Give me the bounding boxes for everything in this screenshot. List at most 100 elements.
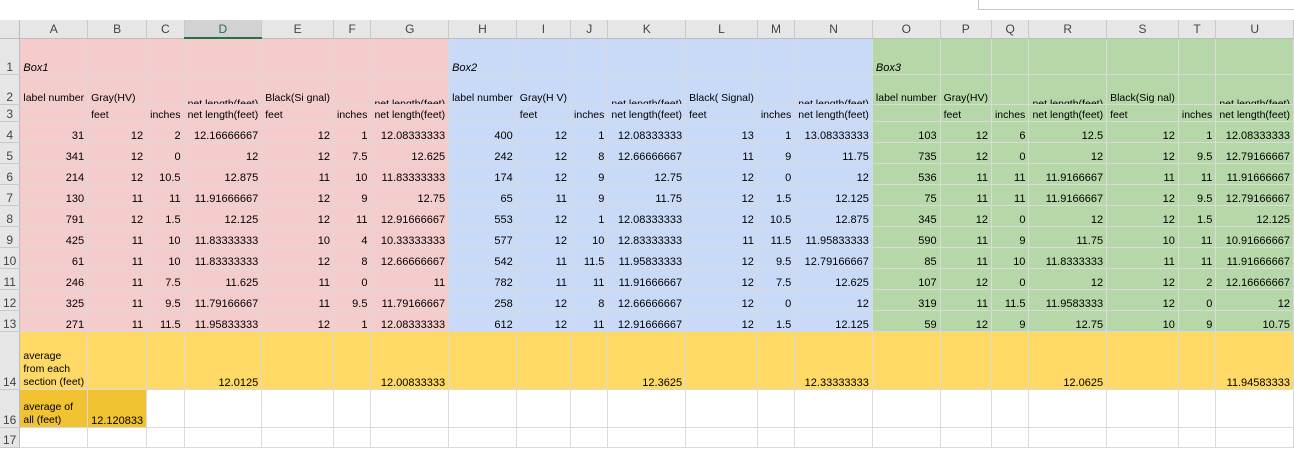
- net-header-overflow[interactable]: net length(feet): [1028, 74, 1108, 105]
- data-cell[interactable]: 9.5: [146, 289, 185, 311]
- inches-header[interactable]: inches: [146, 104, 185, 122]
- cell[interactable]: [940, 427, 992, 448]
- data-cell[interactable]: 12: [794, 163, 873, 185]
- cell[interactable]: [940, 331, 992, 390]
- cell[interactable]: [757, 74, 796, 105]
- data-cell[interactable]: 11: [940, 247, 992, 269]
- data-cell[interactable]: 11: [333, 205, 372, 227]
- data-cell[interactable]: 12.91666667: [607, 310, 687, 332]
- data-cell[interactable]: 11: [940, 163, 992, 185]
- net-header-overflow[interactable]: net length(feet): [184, 74, 263, 105]
- net-header-overflow[interactable]: net length(feet): [794, 74, 873, 105]
- data-cell[interactable]: 61: [19, 247, 89, 269]
- data-cell[interactable]: 12: [685, 163, 758, 185]
- data-cell[interactable]: 10: [333, 163, 372, 185]
- data-cell[interactable]: 1.5: [757, 184, 796, 206]
- cell[interactable]: [1178, 389, 1217, 428]
- cell[interactable]: [570, 74, 609, 105]
- data-cell[interactable]: 9.5: [333, 289, 372, 311]
- data-cell[interactable]: 12.08333333: [607, 121, 687, 143]
- data-cell[interactable]: 12: [1106, 289, 1179, 311]
- cell[interactable]: [570, 427, 609, 448]
- data-cell[interactable]: 12: [261, 310, 334, 332]
- data-cell[interactable]: 11: [1106, 163, 1179, 185]
- column-header-e[interactable]: E: [261, 20, 334, 39]
- feet-header[interactable]: feet: [685, 104, 758, 122]
- data-cell[interactable]: 1: [333, 121, 372, 143]
- column-header-u[interactable]: U: [1215, 20, 1294, 39]
- column-header-h[interactable]: H: [448, 20, 517, 39]
- cell[interactable]: [685, 389, 758, 428]
- cell[interactable]: [146, 389, 185, 428]
- data-cell[interactable]: 590: [872, 226, 941, 248]
- data-cell[interactable]: 12: [794, 289, 873, 311]
- cell[interactable]: [448, 427, 517, 448]
- data-cell[interactable]: 12.66666667: [607, 142, 687, 164]
- average-value-r[interactable]: 12.0625: [1028, 331, 1108, 390]
- data-cell[interactable]: 11.95833333: [607, 247, 687, 269]
- data-cell[interactable]: 11: [570, 268, 609, 290]
- data-cell[interactable]: 12.79166667: [794, 247, 873, 269]
- data-cell[interactable]: 11: [516, 268, 572, 290]
- data-cell[interactable]: 9: [991, 310, 1030, 332]
- data-cell[interactable]: 12.75: [370, 184, 450, 206]
- data-cell[interactable]: 10: [1106, 310, 1179, 332]
- data-cell[interactable]: 345: [872, 205, 941, 227]
- net-length-header[interactable]: net length(feet): [1028, 104, 1108, 122]
- cell[interactable]: [1178, 74, 1217, 105]
- data-cell[interactable]: 11.91666667: [184, 184, 263, 206]
- column-header-f[interactable]: F: [333, 20, 372, 39]
- column-header-b[interactable]: B: [87, 20, 148, 39]
- cell[interactable]: [1178, 38, 1217, 75]
- data-cell[interactable]: 271: [19, 310, 89, 332]
- data-cell[interactable]: 11: [685, 226, 758, 248]
- data-cell[interactable]: 12: [87, 142, 148, 164]
- data-cell[interactable]: 10.33333333: [370, 226, 450, 248]
- data-cell[interactable]: 1.5: [757, 310, 796, 332]
- data-cell[interactable]: 31: [19, 121, 89, 143]
- cell[interactable]: [261, 389, 334, 428]
- data-cell[interactable]: 0: [991, 268, 1030, 290]
- data-cell[interactable]: 536: [872, 163, 941, 185]
- cell[interactable]: [1215, 38, 1294, 75]
- gray-header[interactable]: Gray(H V): [516, 74, 572, 105]
- data-cell[interactable]: 0: [1178, 289, 1217, 311]
- data-cell[interactable]: 11.75: [1028, 226, 1108, 248]
- data-cell[interactable]: 11.83333333: [370, 163, 450, 185]
- cell[interactable]: [1106, 389, 1179, 428]
- data-cell[interactable]: 782: [448, 268, 517, 290]
- data-cell[interactable]: 11: [570, 310, 609, 332]
- data-cell[interactable]: 12.125: [794, 310, 873, 332]
- data-cell[interactable]: 12: [261, 121, 334, 143]
- data-cell[interactable]: 12: [1028, 205, 1108, 227]
- data-cell[interactable]: 11.9583333: [1028, 289, 1108, 311]
- net-length-header[interactable]: net length(feet): [607, 104, 687, 122]
- black-header[interactable]: Black( Signal): [685, 74, 758, 105]
- cell[interactable]: [991, 38, 1030, 75]
- data-cell[interactable]: 11: [146, 184, 185, 206]
- data-cell[interactable]: 10.5: [146, 163, 185, 185]
- data-cell[interactable]: 12: [261, 184, 334, 206]
- data-cell[interactable]: 10.75: [1215, 310, 1294, 332]
- average-value-n[interactable]: 12.33333333: [794, 331, 873, 390]
- data-cell[interactable]: 12: [1106, 184, 1179, 206]
- cell[interactable]: [1178, 331, 1217, 390]
- data-cell[interactable]: 11: [261, 163, 334, 185]
- data-cell[interactable]: 11: [685, 142, 758, 164]
- data-cell[interactable]: 12.875: [794, 205, 873, 227]
- cell[interactable]: [19, 427, 89, 448]
- data-cell[interactable]: 12.83333333: [607, 226, 687, 248]
- cell[interactable]: [448, 104, 517, 122]
- box-title[interactable]: Box2: [448, 38, 517, 75]
- data-cell[interactable]: 11: [516, 247, 572, 269]
- data-cell[interactable]: 12.08333333: [1215, 121, 1294, 143]
- data-cell[interactable]: 11.75: [794, 142, 873, 164]
- data-cell[interactable]: 0: [146, 142, 185, 164]
- data-cell[interactable]: 12: [516, 142, 572, 164]
- data-cell[interactable]: 59: [872, 310, 941, 332]
- cell[interactable]: [757, 38, 796, 75]
- inches-header[interactable]: inches: [991, 104, 1030, 122]
- cell[interactable]: [333, 389, 372, 428]
- cell[interactable]: [1215, 427, 1294, 448]
- data-cell[interactable]: 11.91666667: [1215, 247, 1294, 269]
